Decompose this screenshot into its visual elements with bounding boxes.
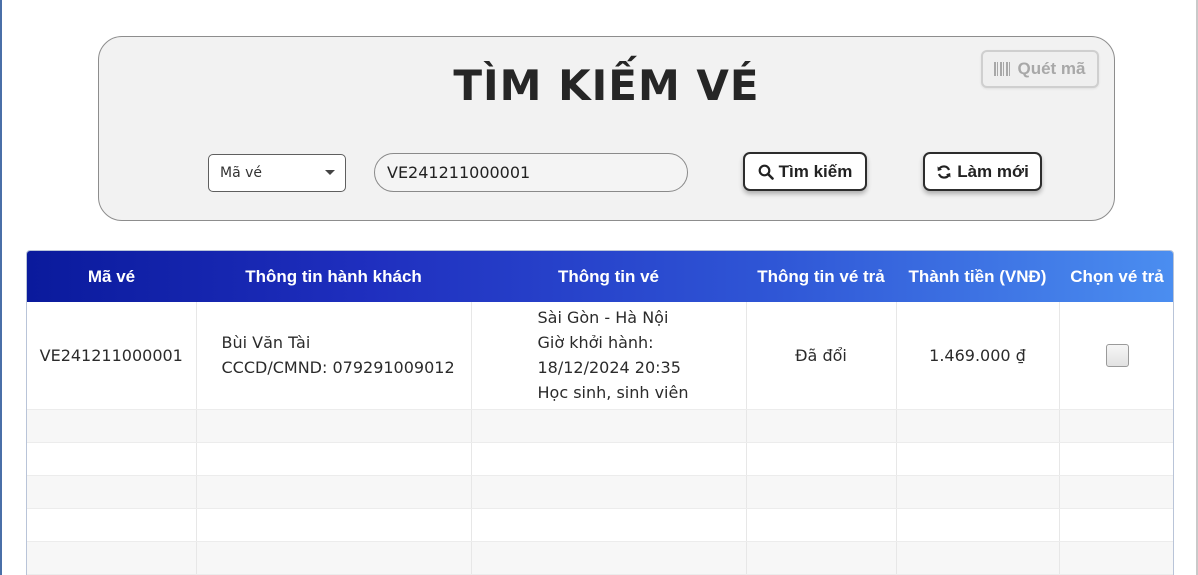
page-title: TÌM KIẾM VÉ [453, 61, 760, 110]
table-row [27, 541, 1173, 575]
amount-cell: 1.469.000 ₫ [896, 302, 1060, 410]
column-header-select[interactable]: Chọn vé trả [1059, 251, 1173, 302]
app-window: TÌM KIẾM VÉ Quét mã Mã vé Tìm kiếm [0, 0, 1198, 575]
scan-code-label: Quét mã [1017, 59, 1086, 78]
table-row[interactable]: VE241211000001 Bùi Văn Tài CCCD/CMND: 07… [27, 302, 1173, 410]
column-header-ticket-code[interactable]: Mã vé [27, 251, 196, 302]
ticket-code-cell: VE241211000001 [27, 302, 197, 410]
column-header-amount[interactable]: Thành tiền (VNĐ) [896, 251, 1059, 302]
tickets-table: Mã vé Thông tin hành khách Thông tin vé … [27, 251, 1173, 575]
search-filter-select[interactable]: Mã vé [208, 154, 346, 192]
table-row [27, 508, 1173, 542]
search-filter-value: Mã vé [220, 165, 263, 181]
departure-label: Giờ khởi hành: [537, 333, 654, 353]
passenger-type: Học sinh, sinh viên [537, 383, 689, 403]
column-header-return-info[interactable]: Thông tin vé trả [746, 251, 896, 302]
table-header-row: Mã vé Thông tin hành khách Thông tin vé … [27, 251, 1173, 302]
window-border-left [0, 0, 2, 575]
refresh-button-label: Làm mới [957, 161, 1029, 181]
column-header-passenger-info[interactable]: Thông tin hành khách [196, 251, 471, 302]
barcode-icon [994, 62, 1013, 76]
search-button-label: Tìm kiếm [778, 161, 853, 181]
refresh-icon [937, 164, 951, 179]
refresh-button[interactable]: Làm mới [923, 152, 1042, 191]
column-header-ticket-info[interactable]: Thông tin vé [471, 251, 746, 302]
search-panel: TÌM KIẾM VÉ Quét mã Mã vé Tìm kiếm [98, 36, 1115, 221]
search-button[interactable]: Tìm kiếm [743, 152, 867, 191]
table-row [27, 409, 1173, 443]
search-input[interactable] [374, 153, 688, 192]
chevron-down-icon [325, 170, 335, 175]
ticket-info-cell: Sài Gòn - Hà Nội Giờ khởi hành: 18/12/20… [471, 302, 747, 410]
search-icon [758, 164, 774, 180]
passenger-info-cell: Bùi Văn Tài CCCD/CMND: 079291009012 [196, 302, 472, 410]
passenger-id: CCCD/CMND: 079291009012 [221, 358, 455, 378]
table-row [27, 475, 1173, 509]
select-return-checkbox[interactable] [1105, 343, 1129, 367]
route: Sài Gòn - Hà Nội [537, 308, 669, 328]
passenger-name: Bùi Văn Tài [221, 333, 311, 353]
tickets-table-container: Mã vé Thông tin hành khách Thông tin vé … [26, 250, 1174, 575]
table-row [27, 442, 1173, 476]
departure-time: 18/12/2024 20:35 [537, 358, 681, 378]
select-cell [1059, 302, 1173, 410]
scan-code-button[interactable]: Quét mã [981, 50, 1099, 88]
return-status-cell: Đã đổi [746, 302, 897, 410]
